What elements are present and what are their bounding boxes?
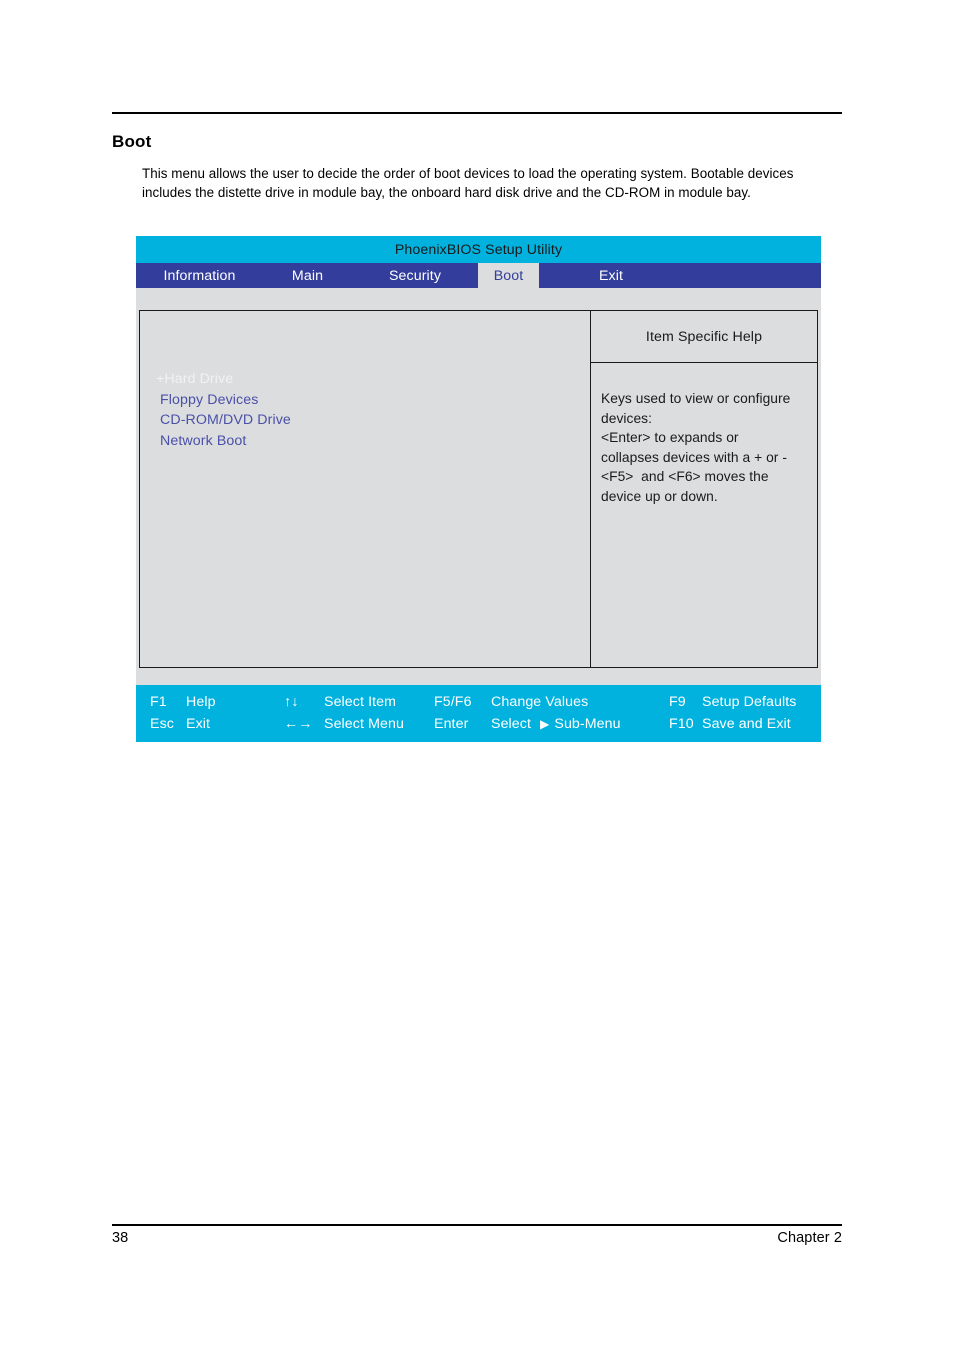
key-description: Save and Exit: [702, 716, 791, 732]
bios-content-area: +Hard Drive Floppy Devices CD-ROM/DVD Dr…: [139, 310, 818, 668]
key-legend-enter-select-submenu[interactable]: Enter Select ▶ Sub-Menu: [434, 716, 669, 732]
key-description: Select Item: [324, 694, 397, 710]
bios-title-bar: PhoenixBIOS Setup Utility: [136, 236, 821, 263]
key-legend-f5f6-change-values[interactable]: F5/F6 Change Values: [434, 694, 669, 710]
boot-item-floppy-devices[interactable]: Floppy Devices: [156, 390, 584, 411]
section-description: This menu allows the user to decide the …: [142, 166, 794, 200]
item-specific-help-panel: Item Specific Help Keys used to view or …: [591, 311, 817, 667]
help-line: devices:: [601, 410, 653, 426]
help-panel-header: Item Specific Help: [591, 311, 817, 363]
chapter-label: Chapter 2: [777, 1230, 842, 1246]
tab-exit-label: Exit: [598, 267, 624, 284]
key-description: Help: [186, 694, 216, 710]
tab-information[interactable]: Information: [136, 263, 263, 288]
boot-item-cdrom-dvd-drive[interactable]: CD-ROM/DVD Drive: [156, 410, 584, 431]
key-description: Select Menu: [324, 716, 404, 732]
tab-main[interactable]: Main: [263, 263, 352, 288]
bios-menu-bar: Information Main Security Boot Exit: [136, 263, 821, 288]
page-number: 38: [112, 1230, 129, 1246]
key-legend-f10-save-and-exit[interactable]: F10 Save and Exit: [669, 716, 819, 732]
help-line: <Enter> to expands or: [601, 430, 739, 446]
arrow-updown-icon: ↑↓: [284, 694, 299, 710]
help-line: collapses devices with a + or -: [601, 449, 787, 465]
tab-information-label: Information: [163, 267, 236, 284]
tab-main-label: Main: [291, 267, 324, 284]
tab-security[interactable]: Security: [352, 263, 478, 288]
key-legend-f9-setup-defaults[interactable]: F9 Setup Defaults: [669, 694, 819, 710]
key-legend-esc-exit[interactable]: Esc Exit: [136, 716, 284, 732]
help-line: device up or down.: [601, 488, 718, 504]
help-line: <F5> and <F6> moves the: [601, 469, 769, 485]
tab-boot-label: Boot: [493, 267, 524, 284]
tab-exit[interactable]: Exit: [539, 263, 683, 288]
key-description: Exit: [186, 716, 211, 732]
page-top-rule: [112, 112, 842, 114]
help-panel-header-label: Item Specific Help: [645, 328, 763, 345]
help-line: Keys used to view or configure: [601, 391, 791, 406]
bios-footer-spacer: [136, 668, 821, 685]
key-legend-leftright-select-menu[interactable]: ←→ Select Menu: [284, 716, 434, 732]
bios-subheader-spacer: [136, 288, 821, 310]
key-legend-updown-select-item[interactable]: ↑↓ Select Item: [284, 694, 434, 710]
boot-item-hard-drive[interactable]: +Hard Drive: [156, 369, 584, 390]
boot-order-panel: +Hard Drive Floppy Devices CD-ROM/DVD Dr…: [140, 311, 591, 667]
help-panel-body: Keys used to view or configure devices: …: [591, 363, 817, 667]
bios-setup-screenshot: PhoenixBIOS Setup Utility Information Ma…: [136, 236, 821, 742]
tab-boot[interactable]: Boot: [478, 263, 539, 288]
key-legend-f1-help[interactable]: F1 Help: [136, 694, 284, 710]
bios-key-legend-bar: F1 Help ↑↓ Select Item F5/F6 Change Valu…: [136, 685, 821, 742]
key-label: F9: [669, 694, 686, 710]
page-title: Boot: [112, 132, 152, 151]
key-legend-row-2: Esc Exit ←→ Select Menu Enter Select ▶ S…: [136, 713, 821, 735]
arrow-leftright-icon: ←→: [284, 716, 313, 732]
key-description: Change Values: [491, 694, 589, 710]
key-label: Enter: [434, 716, 469, 732]
key-label: F5/F6: [434, 694, 472, 710]
bios-title-text: PhoenixBIOS Setup Utility: [394, 241, 563, 258]
key-description-submenu: Sub-Menu: [554, 716, 621, 732]
boot-order-list: +Hard Drive Floppy Devices CD-ROM/DVD Dr…: [156, 369, 584, 451]
boot-item-network-boot[interactable]: Network Boot: [156, 431, 584, 452]
key-label: F10: [669, 716, 694, 732]
key-description: Select: [491, 716, 532, 732]
tab-security-label: Security: [388, 267, 442, 284]
page-bottom-rule: [112, 1224, 842, 1226]
key-description: Setup Defaults: [702, 694, 797, 710]
key-label: Esc: [150, 716, 174, 732]
key-legend-row-1: F1 Help ↑↓ Select Item F5/F6 Change Valu…: [136, 691, 821, 713]
submenu-triangle-icon: ▶: [540, 717, 550, 731]
key-label: F1: [150, 694, 167, 710]
